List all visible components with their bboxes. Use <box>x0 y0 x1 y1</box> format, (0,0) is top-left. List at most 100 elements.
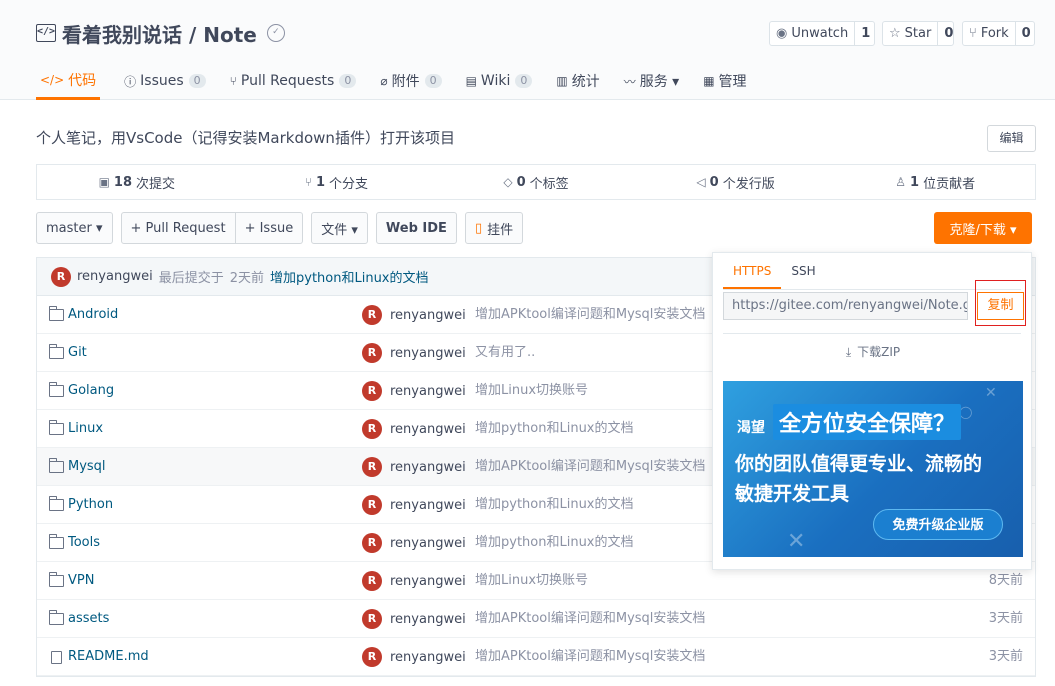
commit-message[interactable]: 增加python和Linux的文档 <box>475 486 634 524</box>
star-count[interactable]: 0 <box>938 22 959 45</box>
star-button[interactable]: ☆ Star <box>883 22 939 45</box>
fork-count[interactable]: 0 <box>1016 22 1037 45</box>
file-name[interactable]: Tools <box>68 524 100 562</box>
web-ide-button[interactable]: Web IDE <box>375 212 457 244</box>
commit-message[interactable]: 增加Linux切换账号 <box>475 372 588 410</box>
folder-icon <box>49 344 64 359</box>
commit-message[interactable]: 增加python和Linux的文档 <box>475 524 634 562</box>
unwatch-count[interactable]: 1 <box>855 22 876 45</box>
file-name[interactable]: assets <box>68 600 109 638</box>
edit-description-button[interactable]: 编辑 <box>987 125 1036 152</box>
upgrade-enterprise-button[interactable]: 免费升级企业版 <box>873 509 1003 540</box>
star-action: ☆ Star 0 <box>882 21 954 46</box>
file-name-cell[interactable]: assets <box>49 600 109 638</box>
file-name-cell[interactable]: README.md <box>49 638 149 676</box>
verified-badge-icon[interactable]: ✓ <box>266 24 285 42</box>
commit-message[interactable]: 增加APKtool编译问题和Mysql安装文档 <box>475 638 705 676</box>
file-author[interactable]: Rrenyangwei <box>362 381 466 401</box>
file-name[interactable]: Android <box>68 296 118 334</box>
clone-download-button[interactable]: 克隆/下载 ▾ <box>934 212 1032 244</box>
commit-message[interactable]: 增加APKtool编译问题和Mysql安装文档 <box>475 296 705 334</box>
file-name[interactable]: Git <box>68 334 87 372</box>
file-author[interactable]: Rrenyangwei <box>362 647 466 667</box>
tab-pull-request[interactable]: ⑂ Pull Requests 0 <box>230 62 357 100</box>
divider <box>723 333 1021 334</box>
file-author[interactable]: Rrenyangwei <box>362 609 466 629</box>
commit-message[interactable]: 增加Linux切换账号 <box>475 562 588 600</box>
folder-icon <box>49 306 64 321</box>
widget-button[interactable]: ▯ 挂件 <box>464 212 524 244</box>
commit-time: 2天前 <box>229 271 264 286</box>
commit-message[interactable]: 又有用了.. <box>475 334 535 372</box>
contributors-stat[interactable]: ♙ 1 位贡献者 <box>835 165 1035 199</box>
table-row[interactable]: assets Rrenyangwei 增加APKtool编译问题和Mysql安装文档… <box>37 600 1035 638</box>
new-issue-button[interactable]: + Issue <box>235 212 304 244</box>
file-menu-button[interactable]: 文件 ▾ <box>311 212 368 244</box>
file-name-cell[interactable]: Android <box>49 296 118 334</box>
avatar: R <box>362 305 382 325</box>
commit-stat[interactable]: ▣ 18 次提交 <box>37 165 237 199</box>
enterprise-ad-banner[interactable]: ✕ ◯ ✕ 渴望 全方位安全保障？ 你的团队值得更专业、流畅的 敏捷开发工具 免… <box>723 381 1023 557</box>
commit-author[interactable]: renyangwei <box>77 269 153 284</box>
unwatch-action: ◉ Unwatch 1 <box>769 21 875 46</box>
issues-icon: ⓘ <box>124 74 137 89</box>
commit-message[interactable]: 增加python和Linux的文档 <box>475 410 634 448</box>
table-row[interactable]: README.md Rrenyangwei 增加APKtool编译问题和Mysql安… <box>37 638 1035 676</box>
file-name[interactable]: Mysql <box>68 448 106 486</box>
file-author[interactable]: Rrenyangwei <box>362 571 466 591</box>
file-name[interactable]: Golang <box>68 372 114 410</box>
file-author[interactable]: Rrenyangwei <box>362 305 466 325</box>
download-zip-link[interactable]: ⤓ 下载ZIP <box>713 343 1033 360</box>
stat-number: 18 <box>113 174 132 190</box>
clone-url-input[interactable]: https://gitee.com/renyangwei/Note.git <box>723 292 968 320</box>
tab-stats[interactable]: ▥ 统计 <box>556 62 599 100</box>
stat-label: 位贡献者 <box>923 176 976 192</box>
release-stat[interactable]: ◁ 0 个发行版 <box>636 165 836 199</box>
ad-line-3: 敏捷开发工具 <box>735 483 850 505</box>
file-name[interactable]: VPN <box>68 562 94 600</box>
file-author[interactable]: Rrenyangwei <box>362 457 466 477</box>
tag-stat[interactable]: ◇ 0 个标签 <box>436 165 636 199</box>
tab-https[interactable]: HTTPS <box>723 253 782 289</box>
commit-message[interactable]: 增加python和Linux的文档 <box>270 267 429 286</box>
unwatch-button[interactable]: ◉ Unwatch <box>770 22 856 45</box>
file-name-cell[interactable]: Tools <box>49 524 100 562</box>
commit-message[interactable]: 增加APKtool编译问题和Mysql安装文档 <box>475 448 705 486</box>
file-name-cell[interactable]: Python <box>49 486 113 524</box>
author-name: renyangwei <box>390 611 466 627</box>
commit-message[interactable]: 增加APKtool编译问题和Mysql安装文档 <box>475 600 705 638</box>
file-author[interactable]: Rrenyangwei <box>362 419 466 439</box>
copy-button[interactable]: 复制 <box>977 292 1024 320</box>
tag-icon: ◇ <box>503 175 513 189</box>
file-name-cell[interactable]: Golang <box>49 372 114 410</box>
repo-title[interactable]: 看着我别说话 / Note <box>62 19 257 48</box>
tab-issues[interactable]: ⓘ Issues 0 <box>124 62 206 100</box>
star-icon: ☆ <box>889 26 901 41</box>
tab-wiki[interactable]: ▤ Wiki 0 <box>466 62 533 100</box>
tab-ssh[interactable]: SSH <box>781 253 825 289</box>
file-name-cell[interactable]: Linux <box>49 410 103 448</box>
fork-button[interactable]: ⑂ Fork <box>963 22 1016 45</box>
file-name[interactable]: README.md <box>68 638 149 676</box>
branch-stat[interactable]: ⑂ 1 个分支 <box>237 165 437 199</box>
tab-service[interactable]: 〰服务 ▾ <box>624 62 680 100</box>
tab-label: 管理 <box>718 74 747 90</box>
file-author[interactable]: Rrenyangwei <box>362 343 466 363</box>
file-name[interactable]: Linux <box>68 410 103 448</box>
widget-button-label: 挂件 <box>487 222 514 238</box>
tab-attachment[interactable]: ⌀ 附件 0 <box>380 62 442 100</box>
author-name: renyangwei <box>390 345 466 361</box>
avatar[interactable]: R <box>51 266 71 287</box>
branch-select[interactable]: master ▾ <box>36 212 113 244</box>
tab-code[interactable]: </> 代码 <box>36 62 101 100</box>
file-name[interactable]: Python <box>68 486 113 524</box>
file-name-cell[interactable]: VPN <box>49 562 94 600</box>
file-author[interactable]: Rrenyangwei <box>362 533 466 553</box>
folder-icon <box>49 572 64 587</box>
file-name-cell[interactable]: Mysql <box>49 448 106 486</box>
tab-manage[interactable]: ▦ 管理 <box>703 62 746 100</box>
file-author[interactable]: Rrenyangwei <box>362 495 466 515</box>
file-icon <box>51 650 62 664</box>
file-name-cell[interactable]: Git <box>49 334 87 372</box>
new-pull-request-button[interactable]: + Pull Request <box>120 212 236 244</box>
